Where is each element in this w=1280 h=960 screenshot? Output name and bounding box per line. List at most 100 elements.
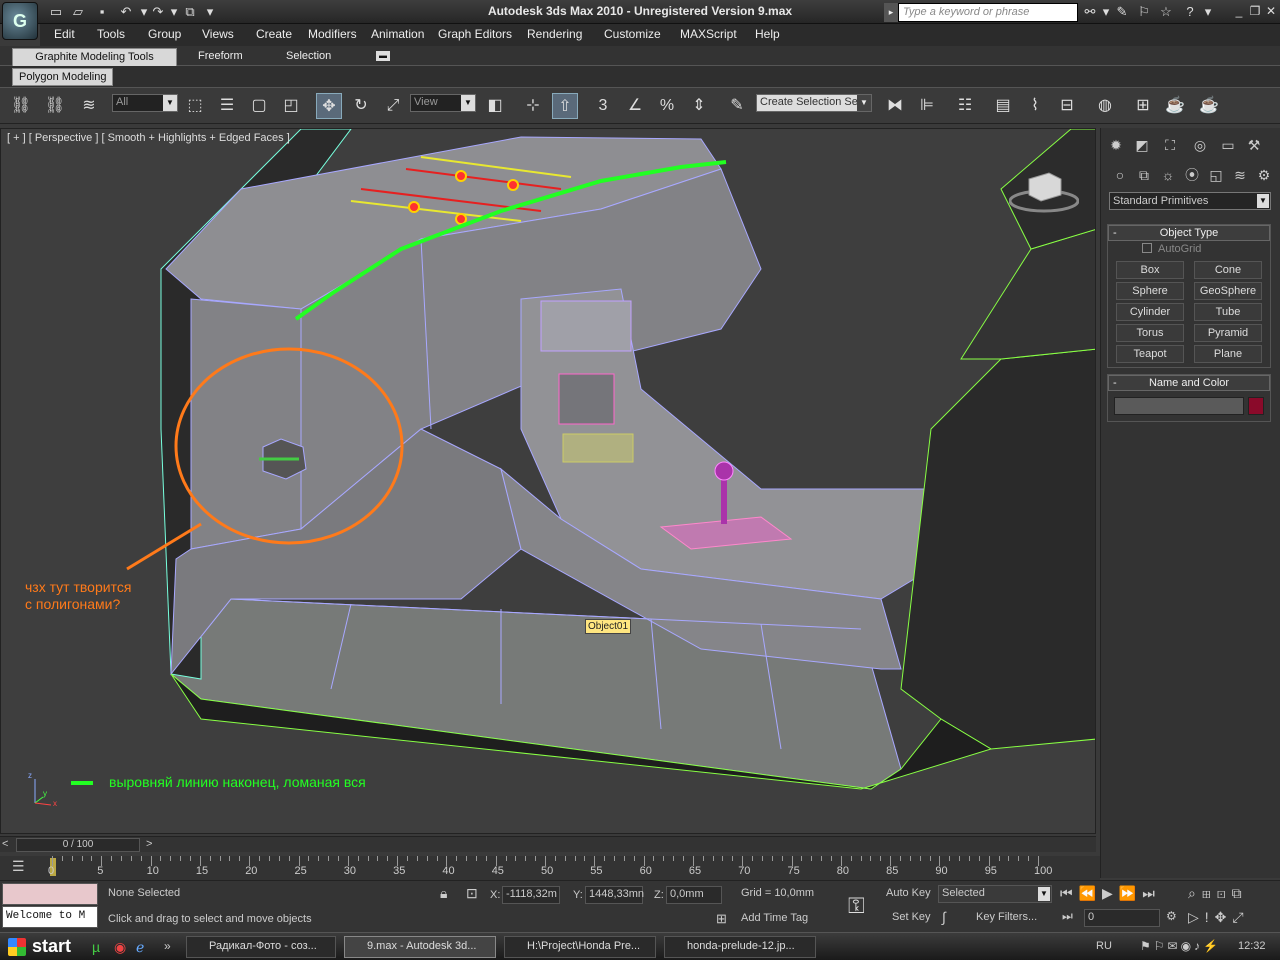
unlink-selection-icon[interactable]: ⛓ — [42, 93, 68, 119]
next-frame-icon[interactable]: > — [146, 838, 152, 850]
geosphere-button[interactable]: GeoSphere — [1194, 282, 1262, 300]
maxscript-mini-listener[interactable]: Welcome to M — [2, 906, 98, 928]
menu-graph-editors[interactable]: Graph Editors — [438, 27, 512, 41]
selection-filter-dropdown[interactable]: All ▼ — [112, 94, 178, 112]
communication-center-icon[interactable]: ⚐ — [1134, 3, 1154, 21]
playback-controls[interactable]: ⏮⏪▶⏩⏭ — [1060, 885, 1161, 902]
render-setup-icon[interactable]: ⊞ — [1130, 93, 1156, 119]
viewport-label[interactable]: [ + ] [ Perspective ] [ Smooth + Highlig… — [7, 132, 290, 144]
select-and-link-icon[interactable]: ⛓ — [8, 93, 34, 119]
task-explorer[interactable]: H:\Project\Honda Pre... — [504, 936, 656, 958]
close-icon[interactable]: ✕ — [1262, 3, 1280, 19]
key-mode-toggle-icon[interactable]: ⏭ — [1062, 909, 1073, 924]
display-tab-icon[interactable]: ▭ — [1217, 134, 1239, 156]
time-configuration-icon[interactable]: ⚙ — [1166, 909, 1177, 923]
system-tray-icons[interactable]: ⚑⚐✉◉♪⚡ — [1140, 939, 1221, 953]
schematic-view-icon[interactable]: ⊟ — [1054, 93, 1080, 119]
layer-manager-icon[interactable]: ☷ — [952, 93, 978, 119]
create-tab-icon[interactable]: ✹ — [1105, 134, 1127, 156]
x-coordinate-field[interactable]: -1118,32m — [502, 886, 560, 904]
keyboard-shortcut-override-icon[interactable]: ⇧ — [552, 93, 578, 119]
autogrid-checkbox[interactable]: AutoGrid — [1142, 243, 1201, 255]
tab-graphite-modeling-tools[interactable]: Graphite Modeling Tools — [12, 48, 177, 66]
pyramid-button[interactable]: Pyramid — [1194, 324, 1262, 342]
name-and-color-title[interactable]: - Name and Color — [1108, 375, 1270, 391]
menu-edit[interactable]: Edit — [54, 27, 75, 41]
torus-button[interactable]: Torus — [1116, 324, 1184, 342]
menu-modifiers[interactable]: Modifiers — [308, 27, 357, 41]
3ds-max-logo-icon[interactable]: G — [2, 2, 38, 40]
set-key-button[interactable]: Set Key — [892, 911, 931, 923]
prev-frame-icon[interactable]: < — [2, 838, 8, 850]
curve-editor-icon[interactable]: ⌇ — [1022, 93, 1048, 119]
align-icon[interactable]: ⊫ — [914, 93, 940, 119]
z-coordinate-field[interactable]: 0,0mm — [666, 886, 722, 904]
cone-button[interactable]: Cone — [1194, 261, 1262, 279]
menu-animation[interactable]: Animation — [371, 27, 424, 41]
systems-icon[interactable]: ⚙ — [1253, 164, 1275, 186]
motion-tab-icon[interactable]: ◎ — [1189, 134, 1211, 156]
material-editor-icon[interactable]: ◍ — [1092, 93, 1118, 119]
lights-icon[interactable]: ☼ — [1157, 164, 1179, 186]
menu-group[interactable]: Group — [148, 27, 181, 41]
select-object-icon[interactable]: ⬚ — [182, 93, 208, 119]
ribbon-minimize-icon[interactable]: ▬ — [376, 51, 390, 61]
menu-help[interactable]: Help — [755, 27, 780, 41]
rendered-frame-window-icon[interactable]: ☕ — [1162, 93, 1188, 119]
object-color-swatch[interactable] — [1248, 397, 1264, 415]
space-warps-icon[interactable]: ≋ — [1229, 164, 1251, 186]
tab-freeform[interactable]: Freeform — [188, 48, 253, 66]
mirror-icon[interactable]: ⧓ — [882, 93, 908, 119]
tab-polygon-modeling[interactable]: Polygon Modeling — [12, 68, 114, 86]
auto-key-button[interactable]: Auto Key — [886, 887, 931, 899]
viewport-navigation-bottom[interactable]: ▷!✥⤢ — [1188, 909, 1250, 926]
cameras-icon[interactable]: ⦿ — [1181, 164, 1203, 186]
menu-rendering[interactable]: Rendering — [527, 27, 582, 41]
mini-curve-editor-icon[interactable]: ☰ — [12, 858, 32, 878]
time-tag-icon[interactable]: ⊞ — [716, 911, 727, 927]
track-bar[interactable]: ☰ 0 5 10 15 20 25 30 35 40 45 50 55 60 65 70 75 80 85 90 95… — [0, 856, 1100, 880]
search-input[interactable]: Type a keyword or phrase — [898, 3, 1078, 22]
task-3dsmax[interactable]: 9.max - Autodesk 3d... — [344, 936, 496, 958]
add-time-tag-button[interactable]: Add Time Tag — [738, 911, 832, 929]
sphere-button[interactable]: Sphere — [1116, 282, 1184, 300]
modify-tab-icon[interactable]: ◩ — [1131, 134, 1153, 156]
key-tangent-icon[interactable]: ∫ — [942, 909, 946, 925]
utilities-tab-icon[interactable]: ⚒ — [1243, 134, 1265, 156]
subscription-icon[interactable]: ✎ — [1112, 3, 1132, 21]
helpers-icon[interactable]: ◱ — [1205, 164, 1227, 186]
viewcube-icon[interactable] — [1008, 169, 1080, 213]
menu-customize[interactable]: Customize — [604, 27, 661, 41]
spinner-snap-icon[interactable]: ⇕ — [686, 93, 712, 119]
select-and-move-icon[interactable]: ✥ — [316, 93, 342, 119]
primitive-category-dropdown[interactable]: Standard Primitives ▼ — [1109, 192, 1271, 210]
absolute-mode-icon[interactable]: ⊡ — [466, 885, 478, 902]
bind-space-warp-icon[interactable]: ≋ — [76, 93, 102, 119]
select-and-manipulate-icon[interactable]: ⊹ — [520, 93, 546, 119]
named-selection-set-dropdown[interactable]: Create Selection Se ▼ — [756, 94, 872, 112]
task-chrome[interactable]: Радикал-Фото - соз... — [186, 936, 336, 958]
plane-button[interactable]: Plane — [1194, 345, 1262, 363]
perspective-viewport[interactable]: [ + ] [ Perspective ] [ Smooth + Highlig… — [0, 128, 1096, 834]
tab-selection[interactable]: Selection — [276, 48, 341, 66]
box-button[interactable]: Box — [1116, 261, 1184, 279]
set-key-mode-icon[interactable]: ⚿ — [848, 893, 865, 919]
render-production-icon[interactable]: ☕ — [1196, 93, 1222, 119]
graphite-toggle-icon[interactable]: ▤ — [990, 93, 1016, 119]
start-button[interactable]: start — [2, 935, 82, 959]
cylinder-button[interactable]: Cylinder — [1116, 303, 1184, 321]
help-dropdown-icon[interactable]: ▾ — [1198, 3, 1218, 21]
key-selection-dropdown[interactable]: Selected ▼ — [938, 885, 1052, 903]
object-name-input[interactable] — [1114, 397, 1244, 415]
reference-coordinate-dropdown[interactable]: View ▼ — [410, 94, 476, 112]
select-and-rotate-icon[interactable]: ↻ — [348, 93, 374, 119]
y-coordinate-field[interactable]: 1448,33mn — [585, 886, 644, 904]
menu-create[interactable]: Create — [256, 27, 292, 41]
rectangular-selection-icon[interactable]: ▢ — [246, 93, 272, 119]
menu-tools[interactable]: Tools — [97, 27, 125, 41]
time-slider[interactable]: 0 / 100 — [16, 838, 140, 852]
taskbar-overflow-icon[interactable]: » — [164, 939, 171, 953]
select-and-scale-icon[interactable]: ⤢ — [380, 93, 406, 119]
menu-maxscript[interactable]: MAXScript — [680, 27, 737, 41]
task-image-viewer[interactable]: honda-prelude-12.jp... — [664, 936, 816, 958]
